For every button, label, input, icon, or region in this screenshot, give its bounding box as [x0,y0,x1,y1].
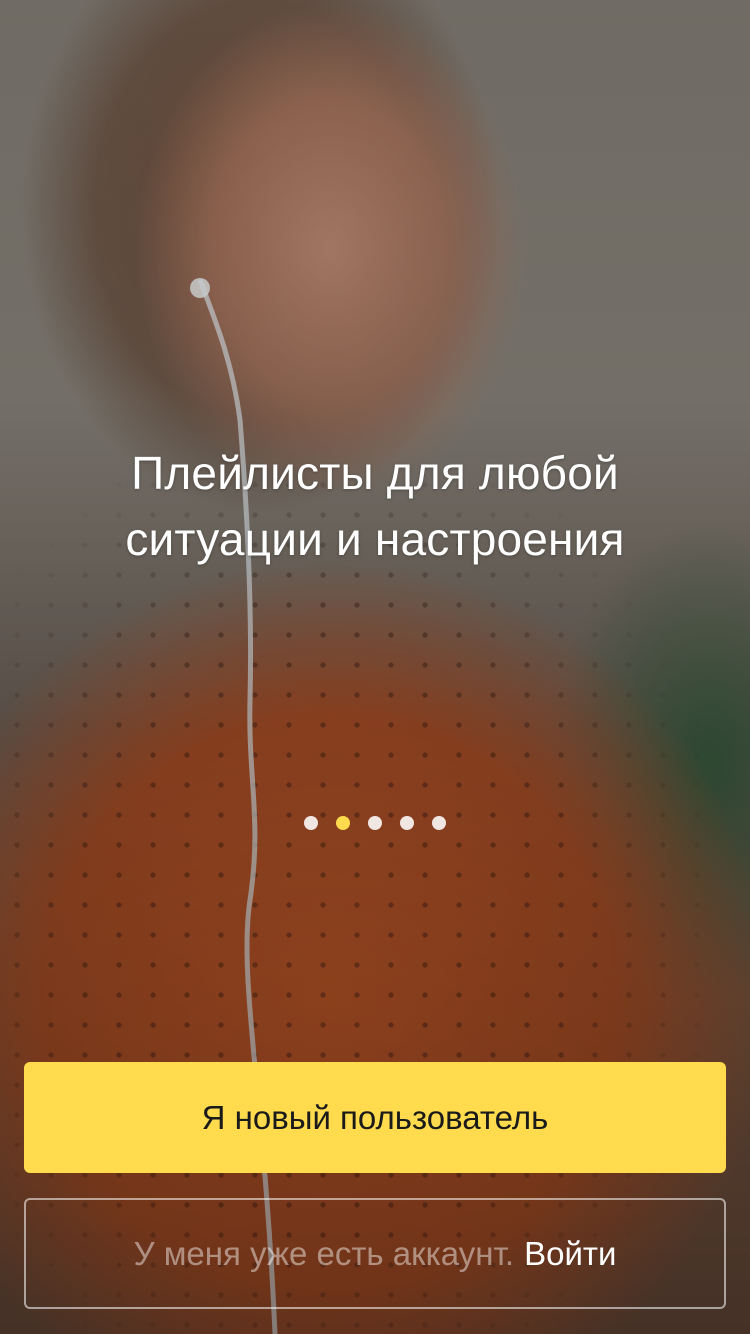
onboarding-headline: Плейлисты для любой ситуации и настроени… [0,440,750,572]
onboarding-screen: Плейлисты для любой ситуации и настроени… [0,0,750,1334]
headline-line-2: ситуации и настроения [125,513,625,565]
have-account-text: У меня уже есть аккаунт. [133,1234,515,1272]
login-button[interactable]: У меня уже есть аккаунт. Войти [24,1198,726,1309]
headline-line-1: Плейлисты для любой [131,447,619,499]
page-dot-4[interactable] [400,816,414,830]
new-user-button[interactable]: Я новый пользователь [24,1062,726,1173]
page-indicator[interactable] [0,816,750,830]
login-link[interactable]: Войти [524,1235,616,1273]
page-dot-2-active[interactable] [336,816,350,830]
page-dot-3[interactable] [368,816,382,830]
page-dot-5[interactable] [432,816,446,830]
page-dot-1[interactable] [304,816,318,830]
